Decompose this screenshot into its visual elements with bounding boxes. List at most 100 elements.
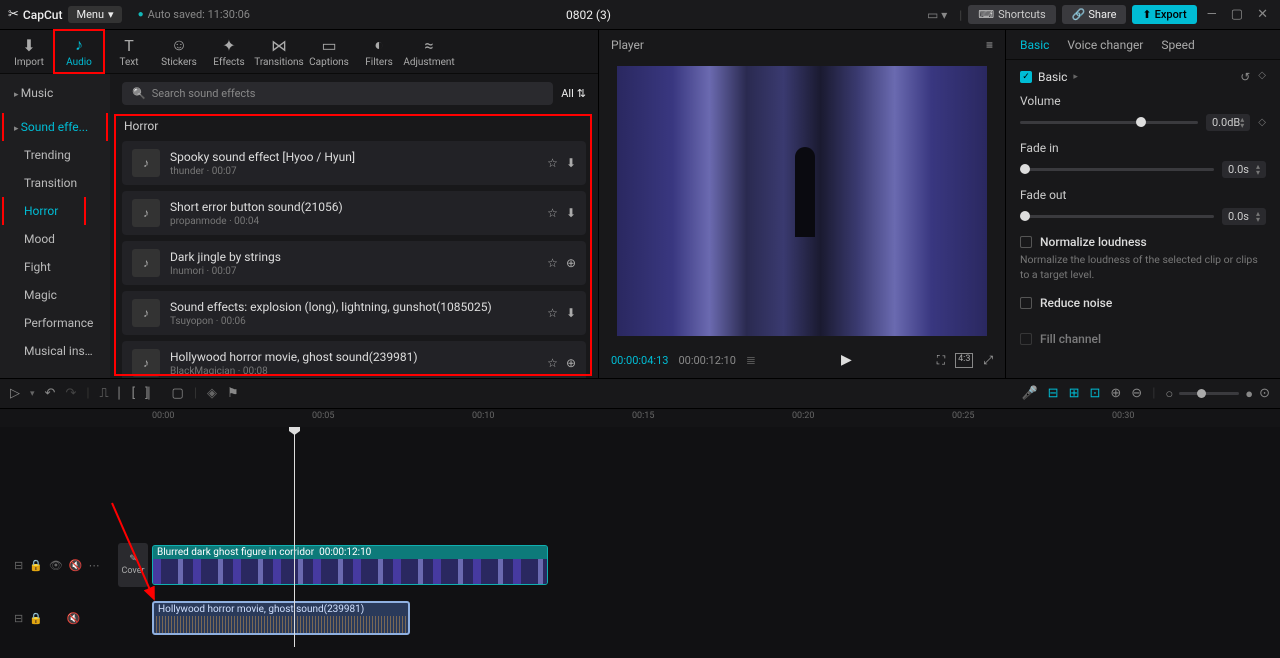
sound-item[interactable]: ♪ Short error button sound(21056)propanm…: [122, 191, 586, 235]
player-menu-icon[interactable]: ≡: [986, 38, 993, 52]
tab-stickers[interactable]: ☺Stickers: [154, 30, 204, 73]
share-button[interactable]: 🔗 Share: [1062, 5, 1127, 24]
redo-icon[interactable]: ↷: [65, 386, 76, 401]
favorite-icon[interactable]: ☆: [547, 256, 558, 270]
sound-item[interactable]: ♪ Spooky sound effect [Hyoo / Hyun]thund…: [122, 141, 586, 185]
tab-adjustment[interactable]: ≈Adjustment: [404, 30, 454, 73]
download-icon[interactable]: ⬇: [566, 206, 576, 220]
eye-icon[interactable]: 👁: [49, 559, 63, 572]
list-icon[interactable]: ≣: [746, 353, 756, 367]
volume-value[interactable]: 0.0dB▴▾: [1206, 114, 1250, 131]
sidebar-music[interactable]: Music: [0, 79, 110, 107]
tab-import[interactable]: ⬇Import: [4, 30, 54, 73]
undo-icon[interactable]: ↶: [45, 386, 56, 401]
sidebar-item-trending[interactable]: Trending: [0, 141, 110, 169]
menu-button[interactable]: Menu ▾: [68, 6, 121, 23]
delete-icon[interactable]: ▢: [172, 386, 184, 401]
volume-slider[interactable]: [1020, 121, 1198, 124]
add-icon[interactable]: ⊕: [566, 256, 576, 270]
track-opts-icon[interactable]: ⊖: [1131, 386, 1142, 401]
favorite-icon[interactable]: ☆: [547, 356, 558, 370]
zoom-in-icon[interactable]: ●: [1245, 386, 1253, 402]
flag-icon[interactable]: ⚑: [227, 386, 239, 401]
sidebar-item-musical[interactable]: Musical inst...: [0, 337, 110, 365]
player-viewport[interactable]: [617, 66, 987, 336]
tab-captions[interactable]: ▭Captions: [304, 30, 354, 73]
fadein-value[interactable]: 0.0s▴▾: [1222, 161, 1266, 178]
reduce-noise-checkbox[interactable]: [1020, 297, 1032, 309]
collapse-icon[interactable]: ⊟: [14, 612, 23, 625]
collapse-icon[interactable]: ⊟: [14, 559, 23, 572]
tab-filters[interactable]: ◐Filters: [354, 30, 404, 73]
link-icon[interactable]: ⊞: [1069, 386, 1080, 401]
sidebar-item-horror[interactable]: Horror: [0, 197, 110, 225]
more-icon[interactable]: ⋯: [89, 559, 100, 572]
fadeout-value[interactable]: 0.0s▴▾: [1222, 208, 1266, 225]
add-icon[interactable]: ⊕: [566, 356, 576, 370]
mute-icon[interactable]: 🔇: [69, 559, 83, 572]
zoom-out-icon[interactable]: ○: [1165, 386, 1173, 402]
split-icon[interactable]: ⎍: [100, 386, 109, 401]
playhead[interactable]: [294, 427, 295, 647]
download-icon[interactable]: ⬇: [566, 156, 576, 170]
sound-item[interactable]: ♪ Dark jingle by stringsInumori · 00:07 …: [122, 241, 586, 285]
crop-icon[interactable]: ⛶: [937, 353, 945, 368]
sidebar-item-fight[interactable]: Fight: [0, 253, 110, 281]
close-icon[interactable]: ✕: [1253, 7, 1272, 22]
fullscreen-icon[interactable]: ⤢: [983, 353, 993, 368]
maximize-icon[interactable]: ▢: [1227, 7, 1247, 22]
tab-audio[interactable]: ♪Audio: [54, 30, 104, 73]
fadein-slider[interactable]: [1020, 168, 1214, 171]
mic-icon[interactable]: 🎤: [1021, 386, 1037, 401]
magnet-icon[interactable]: ⊟: [1048, 386, 1059, 401]
normalize-checkbox[interactable]: [1020, 236, 1032, 248]
sidebar-item-mood[interactable]: Mood: [0, 225, 110, 253]
keyframe-icon[interactable]: ◇: [1258, 70, 1266, 84]
check-icon[interactable]: ✓: [1020, 71, 1032, 83]
zoom-fit-icon[interactable]: ⊙: [1259, 386, 1270, 401]
sidebar-sound-effects[interactable]: Sound effe...: [0, 113, 110, 141]
fadeout-slider[interactable]: [1020, 215, 1214, 218]
export-button[interactable]: ⬆ Export: [1132, 5, 1196, 24]
zoom-slider[interactable]: [1179, 392, 1239, 395]
tab-text[interactable]: TText: [104, 30, 154, 73]
ratio-icon[interactable]: ▭ ▾: [927, 8, 947, 22]
tab-basic[interactable]: Basic: [1020, 38, 1049, 52]
sound-item[interactable]: ♪ Hollywood horror movie, ghost sound(23…: [122, 341, 586, 378]
sound-item[interactable]: ♪ Sound effects: explosion (long), light…: [122, 291, 586, 335]
fill-channel-checkbox[interactable]: [1020, 333, 1032, 345]
timeline-tracks[interactable]: ⊟ 🔒 👁 🔇 ⋯ ✎Cover Blurred dark ghost figu…: [0, 427, 1280, 647]
search-input[interactable]: Search sound effects: [122, 82, 553, 105]
split-right-icon[interactable]: ]⎸: [145, 386, 161, 401]
reset-icon[interactable]: ↺: [1240, 70, 1250, 84]
minimize-icon[interactable]: —: [1203, 7, 1221, 22]
sidebar-item-performance[interactable]: Performance: [0, 309, 110, 337]
lock-icon[interactable]: 🔒: [29, 612, 43, 625]
sidebar-item-transition[interactable]: Transition: [0, 169, 110, 197]
track-add-icon[interactable]: ⊕: [1110, 386, 1121, 401]
favorite-icon[interactable]: ☆: [547, 206, 558, 220]
tab-speed[interactable]: Speed: [1161, 38, 1194, 52]
tab-voice-changer[interactable]: Voice changer: [1067, 38, 1143, 52]
tab-effects[interactable]: ✦Effects: [204, 30, 254, 73]
audio-clip[interactable]: Hollywood horror movie, ghost sound(2399…: [152, 601, 410, 635]
tab-transitions[interactable]: ⋈Transitions: [254, 30, 304, 73]
mute-icon[interactable]: 🔇: [67, 612, 81, 625]
filter-button[interactable]: All ⇅: [561, 87, 586, 100]
snap-icon[interactable]: ⊡: [1089, 386, 1100, 401]
lock-icon[interactable]: 🔒: [29, 559, 43, 572]
aspect-icon[interactable]: 4:3: [955, 353, 973, 368]
marker-icon[interactable]: ◈: [207, 386, 217, 401]
selection-tool-icon[interactable]: ▷: [10, 386, 20, 401]
sidebar-item-magic[interactable]: Magic: [0, 281, 110, 309]
favorite-icon[interactable]: ☆: [547, 306, 558, 320]
keyframe-icon[interactable]: ◇: [1258, 117, 1266, 128]
favorite-icon[interactable]: ☆: [547, 156, 558, 170]
cover-button[interactable]: ✎Cover: [118, 543, 148, 587]
play-button[interactable]: ▶: [841, 352, 852, 368]
download-icon[interactable]: ⬇: [566, 306, 576, 320]
split-left-icon[interactable]: ⎸[: [119, 386, 135, 401]
video-clip[interactable]: Blurred dark ghost figure in corridor 00…: [152, 545, 548, 585]
shortcuts-button[interactable]: ⌨ Shortcuts: [968, 5, 1055, 24]
timeline-ruler[interactable]: 00:00 00:05 00:10 00:15 00:20 00:25 00:3…: [0, 409, 1280, 427]
